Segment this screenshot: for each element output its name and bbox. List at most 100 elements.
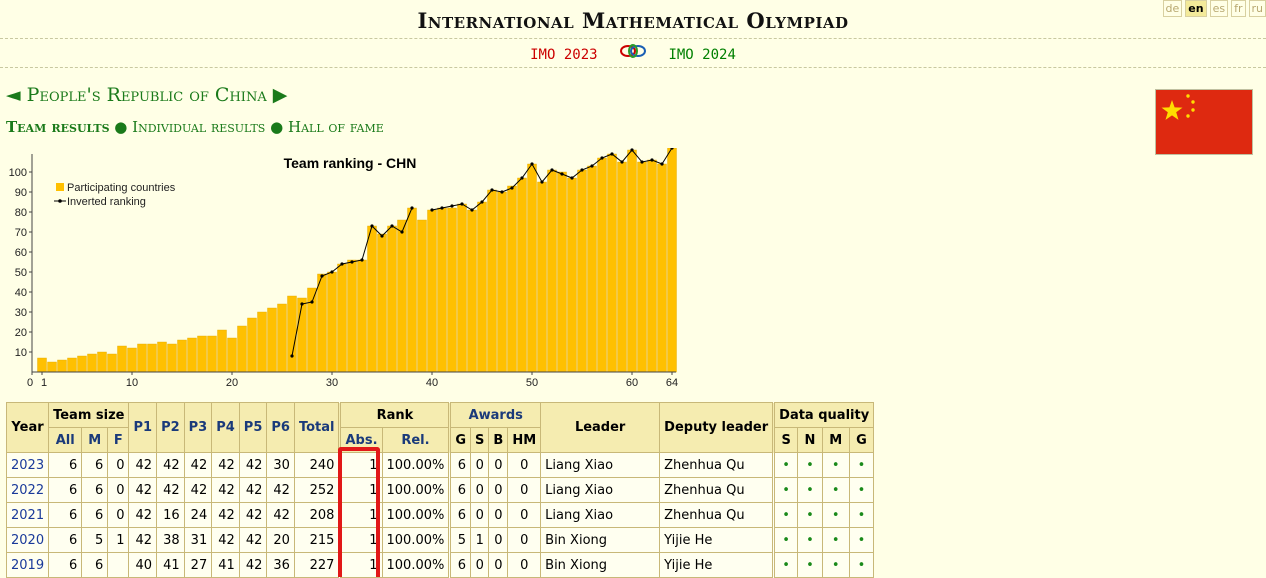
chart-bar-14 — [168, 344, 177, 372]
chart-point-47 — [500, 190, 503, 193]
p2-score: 38 — [157, 528, 185, 553]
chart-bar-36 — [388, 226, 397, 372]
p4-score: 41 — [212, 553, 240, 578]
col-data-quality: Data quality — [774, 403, 874, 428]
col-dq-m: M — [822, 428, 849, 453]
chart-x-tick-label: 20 — [226, 377, 238, 389]
language-es[interactable]: es — [1210, 0, 1229, 17]
chart-point-51 — [540, 180, 543, 183]
col-p4[interactable]: P4 — [212, 403, 240, 453]
chart-bar-41 — [438, 208, 447, 372]
chart-bar-19 — [218, 330, 227, 372]
rank-rel: 100.00% — [382, 528, 450, 553]
dq-m-dot: • — [822, 528, 849, 553]
year-link[interactable]: 2022 — [7, 478, 49, 503]
country-name: People's Republic of China — [27, 84, 267, 106]
language-de[interactable]: de — [1163, 0, 1183, 17]
chart-point-50 — [530, 162, 533, 165]
chart-point-60 — [630, 148, 633, 151]
col-p2[interactable]: P2 — [157, 403, 185, 453]
p4-score: 42 — [212, 528, 240, 553]
site-title[interactable]: International Mathematical Olympiad — [0, 8, 1266, 33]
total-score: 208 — [294, 503, 340, 528]
chart-bar-48 — [508, 186, 517, 372]
chart-bar-23 — [258, 312, 267, 372]
dq-s-dot: • — [774, 553, 798, 578]
col-year[interactable]: Year — [7, 403, 49, 453]
chart-bar-60 — [628, 150, 637, 372]
p2-score: 16 — [157, 503, 185, 528]
gold-count: 6 — [450, 453, 471, 478]
col-gold: G — [450, 428, 471, 453]
legend-label-inverted-ranking: Inverted ranking — [67, 196, 146, 208]
legend-swatch-point — [58, 199, 62, 203]
deputy-leader-name: Yijie He — [660, 528, 774, 553]
chart-bar-55 — [578, 170, 587, 372]
chart-point-38 — [410, 206, 413, 209]
col-rank-abs[interactable]: Abs. — [340, 428, 382, 453]
tab-team-results[interactable]: Team results — [6, 118, 110, 136]
chart-bar-10 — [128, 348, 137, 372]
col-female[interactable]: F — [108, 428, 129, 453]
hm-count: 0 — [508, 528, 541, 553]
year-link[interactable]: 2021 — [7, 503, 49, 528]
year-link[interactable]: 2023 — [7, 453, 49, 478]
col-p6[interactable]: P6 — [267, 403, 295, 453]
chart-x-tick-label: 30 — [326, 377, 338, 389]
language-ru[interactable]: ru — [1249, 0, 1266, 17]
silver-count: 1 — [471, 528, 489, 553]
bronze-count: 0 — [489, 453, 508, 478]
imo-logo-icon[interactable] — [618, 39, 648, 71]
team-all: 6 — [49, 478, 82, 503]
leader-name: Bin Xiong — [541, 553, 660, 578]
total-score: 227 — [294, 553, 340, 578]
team-female: 1 — [108, 528, 129, 553]
prev-country-arrow[interactable]: ◄ — [6, 84, 21, 106]
chart-y-tick-label: 40 — [15, 287, 27, 299]
chart-point-48 — [510, 186, 513, 189]
chart-point-36 — [390, 224, 393, 227]
next-imo-link[interactable]: IMO 2024 — [668, 47, 735, 63]
chart-bar-35 — [378, 234, 387, 372]
chart-bar-5 — [78, 356, 87, 372]
chart-bar-62 — [648, 160, 657, 372]
chart-point-40 — [430, 208, 433, 211]
language-en[interactable]: en — [1185, 0, 1206, 17]
chart-point-29 — [320, 274, 323, 277]
col-total[interactable]: Total — [294, 403, 340, 453]
dq-n-dot: • — [798, 553, 823, 578]
chart-bar-26 — [288, 296, 297, 372]
year-link[interactable]: 2019 — [7, 553, 49, 578]
chart-bar-17 — [198, 336, 207, 372]
tab-individual-results[interactable]: Individual results — [132, 118, 265, 136]
p6-score: 20 — [267, 528, 295, 553]
chart-point-57 — [600, 156, 603, 159]
rank-rel: 100.00% — [382, 478, 450, 503]
chart-bar-9 — [118, 346, 127, 372]
col-p3[interactable]: P3 — [184, 403, 212, 453]
team-female: 0 — [108, 453, 129, 478]
hm-count: 0 — [508, 453, 541, 478]
dq-m-dot: • — [822, 553, 849, 578]
silver-count: 0 — [471, 453, 489, 478]
chart-bar-32 — [348, 260, 357, 372]
chart-bar-6 — [88, 354, 97, 372]
chart-y-tick-label: 100 — [9, 167, 27, 179]
language-fr[interactable]: fr — [1231, 0, 1245, 17]
prev-imo-link[interactable]: IMO 2023 — [530, 47, 597, 63]
col-p5[interactable]: P5 — [239, 403, 267, 453]
team-male: 6 — [82, 503, 108, 528]
next-country-arrow[interactable]: ▶ — [273, 84, 288, 106]
p1-score: 42 — [129, 528, 157, 553]
p6-score: 42 — [267, 503, 295, 528]
p2-score: 42 — [157, 478, 185, 503]
col-all[interactable]: All — [49, 428, 82, 453]
tab-hall-of-fame[interactable]: Hall of fame — [288, 118, 384, 136]
chart-point-49 — [520, 176, 523, 179]
col-p1[interactable]: P1 — [129, 403, 157, 453]
chart-point-41 — [440, 206, 443, 209]
imo-year-nav: IMO 2023 IMO 2024 — [0, 39, 1266, 68]
year-link[interactable]: 2020 — [7, 528, 49, 553]
col-male[interactable]: M — [82, 428, 108, 453]
col-rank-rel[interactable]: Rel. — [382, 428, 450, 453]
